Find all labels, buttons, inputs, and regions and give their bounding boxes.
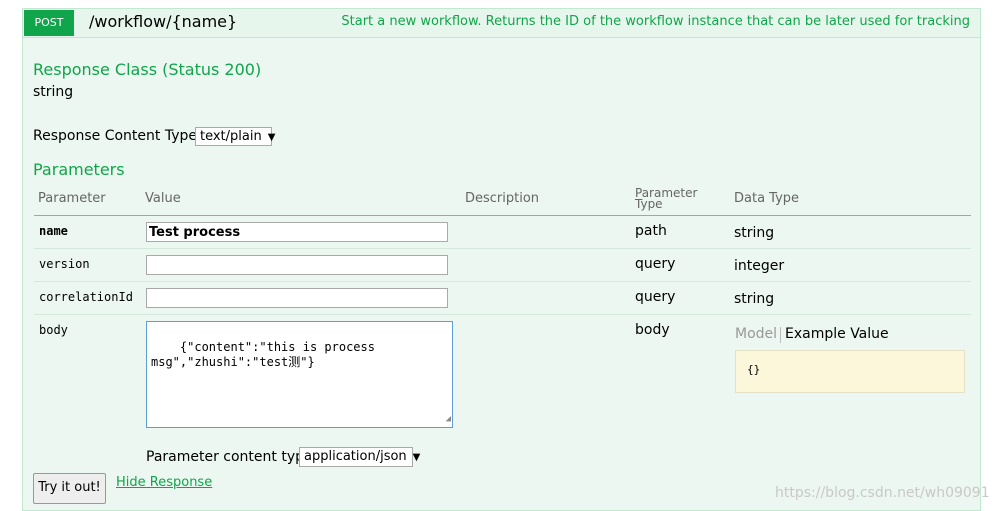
param-name-correlationid: correlationId [39, 290, 133, 304]
response-content-type-select[interactable]: text/plain ▼ [195, 127, 275, 146]
header-parameter-type: Parameter Type [635, 187, 697, 211]
version-input[interactable] [146, 255, 448, 275]
parameter-content-type-select[interactable]: application/json ▼ [299, 447, 420, 467]
header-description: Description [465, 191, 540, 206]
name-input[interactable]: Test process [146, 222, 448, 242]
header-parameter-type-line2: Type [635, 197, 663, 211]
param-type-correlationid: query [635, 289, 676, 305]
response-content-type-value: text/plain [200, 129, 262, 144]
http-method-badge[interactable]: POST [24, 10, 74, 36]
body-textarea[interactable]: {"content":"this is process msg","zhushi… [146, 321, 453, 428]
param-type-name: path [635, 223, 667, 239]
header-value: Value [145, 191, 181, 206]
tab-separator [780, 327, 781, 343]
try-it-out-button[interactable]: Try it out! [33, 473, 106, 504]
parameter-content-type-value: application/json [304, 449, 407, 464]
param-name-body: body [39, 323, 68, 337]
operation-panel: POST /workflow/{name} Start a new workfl… [22, 8, 981, 511]
endpoint-path[interactable]: /workflow/{name} [89, 11, 237, 33]
row-divider [34, 314, 971, 315]
response-class-type: string [33, 84, 74, 100]
data-type-name: string [734, 225, 775, 241]
dropdown-arrow-icon: ▼ [267, 132, 276, 143]
param-name-version: version [39, 257, 90, 271]
operation-heading[interactable]: POST /workflow/{name} Start a new workfl… [23, 9, 980, 38]
example-value-text: {} [747, 363, 761, 376]
operation-summary[interactable]: Start a new workflow. Returns the ID of … [341, 13, 970, 31]
example-value-box[interactable]: {} [735, 350, 965, 393]
tab-example-value[interactable]: Example Value [785, 326, 889, 342]
header-divider [34, 215, 971, 216]
header-data-type: Data Type [734, 191, 800, 206]
hide-response-link[interactable]: Hide Response [116, 475, 212, 490]
row-divider [34, 248, 971, 249]
param-type-version: query [635, 256, 676, 272]
watermark-text: https://blog.csdn.net/wh09091 [775, 485, 990, 501]
param-name-name: name [39, 224, 68, 238]
tab-model[interactable]: Model [735, 326, 777, 342]
response-class-title: Response Class (Status 200) [33, 60, 262, 79]
correlationid-input[interactable] [146, 288, 448, 308]
parameters-title: Parameters [33, 160, 125, 179]
parameter-content-type-label: Parameter content type: [146, 449, 318, 465]
row-divider [34, 281, 971, 282]
param-type-body: body [635, 322, 670, 338]
header-parameter: Parameter [38, 191, 106, 206]
response-content-type-label: Response Content Type [33, 128, 197, 144]
data-type-correlationid: string [734, 291, 775, 307]
resize-handle-icon[interactable]: ◢ [446, 412, 451, 427]
dropdown-arrow-icon: ▼ [412, 452, 421, 463]
data-type-version: integer [734, 258, 785, 274]
body-textarea-content: {"content":"this is process msg","zhushi… [151, 340, 375, 369]
